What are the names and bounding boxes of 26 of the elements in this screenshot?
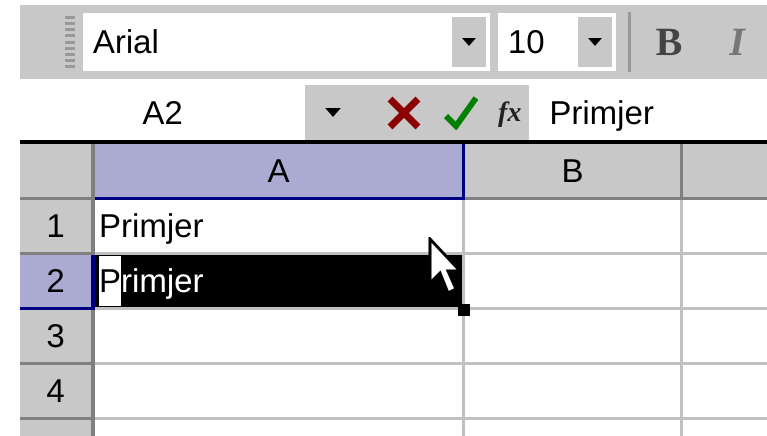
row-header[interactable]: 1 <box>20 200 95 255</box>
row-header[interactable]: 3 <box>20 310 95 365</box>
row-header[interactable]: 2 <box>20 255 95 310</box>
insert-function-button[interactable]: fx <box>498 92 522 134</box>
table-cell[interactable] <box>95 365 465 420</box>
font-size-combo-box[interactable]: 10 <box>498 13 616 71</box>
font-size-value: 10 <box>508 22 545 62</box>
table-cell[interactable] <box>465 365 683 420</box>
name-box[interactable]: A2 <box>20 85 305 140</box>
select-all-corner[interactable] <box>20 144 95 200</box>
dropdown-arrow-icon[interactable] <box>325 108 341 117</box>
table-cell[interactable]: Primjer <box>95 255 465 310</box>
table-cell[interactable]: Primjer <box>95 200 465 255</box>
bold-button[interactable]: B <box>639 13 699 71</box>
table-cell[interactable] <box>465 310 683 365</box>
cancel-icon[interactable] <box>386 94 422 130</box>
fill-handle-icon[interactable] <box>458 304 470 316</box>
checkmark-icon[interactable] <box>444 96 478 130</box>
table-cell[interactable] <box>465 200 683 255</box>
font-name: Arial <box>92 22 159 62</box>
font-combo-box[interactable]: Arial <box>82 13 490 71</box>
formula-input-field[interactable]: Primjer <box>529 85 767 140</box>
toolbar-grip-icon[interactable] <box>65 16 75 68</box>
row-header[interactable]: 4 <box>20 365 95 420</box>
column-header[interactable]: B <box>465 144 683 200</box>
column-header[interactable]: A <box>95 144 465 200</box>
